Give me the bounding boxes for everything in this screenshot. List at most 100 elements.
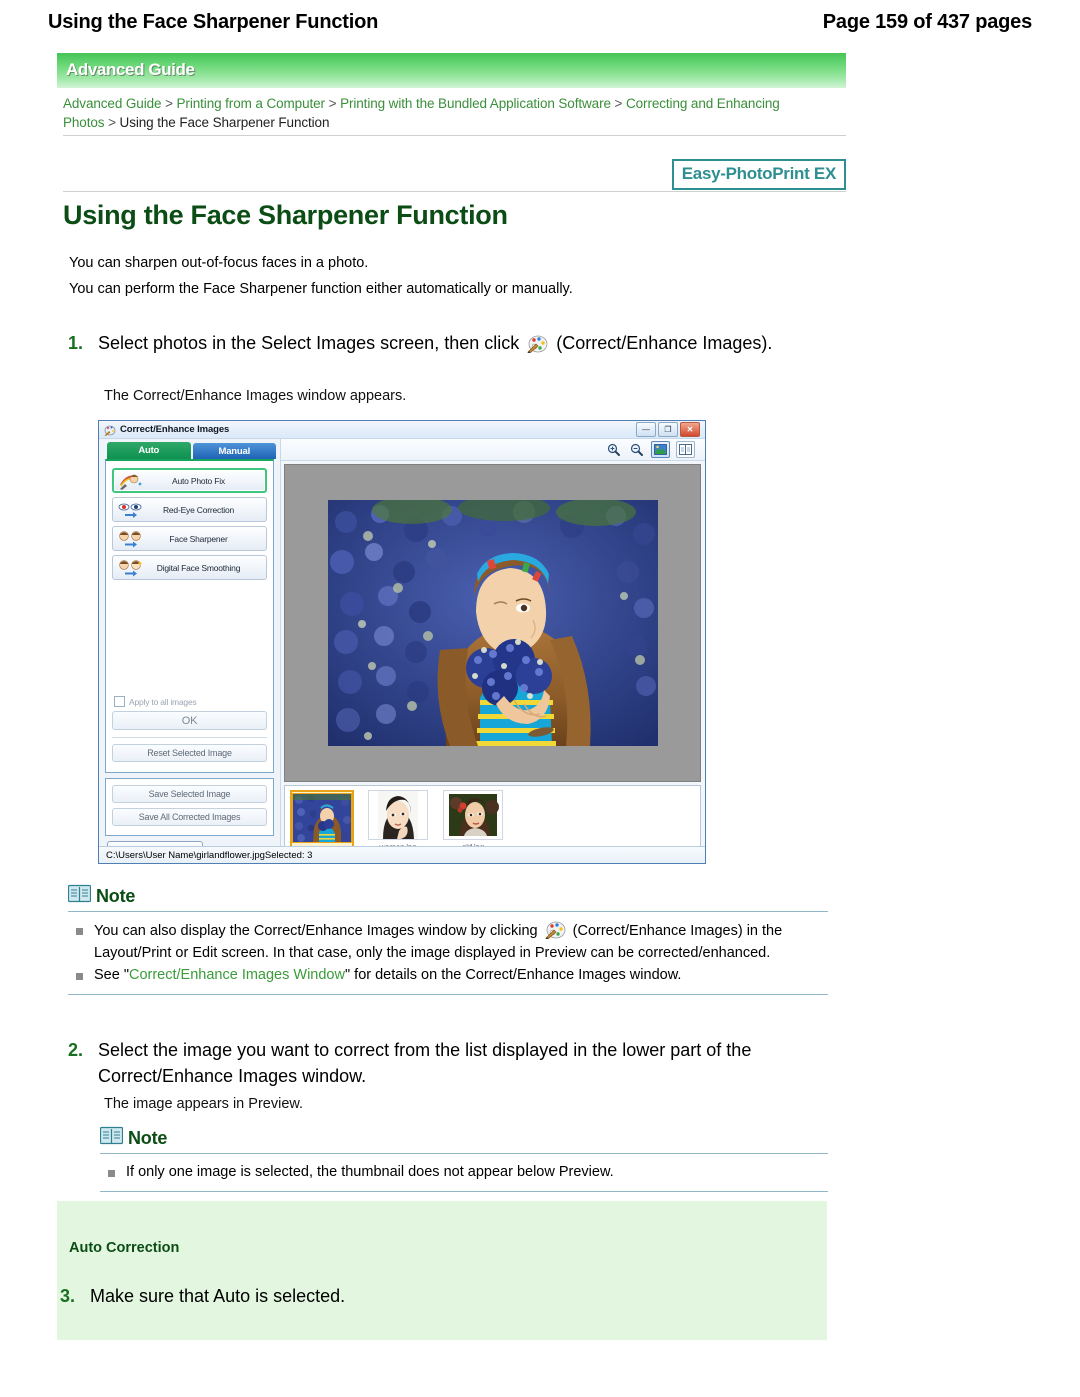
- note-item-text-before: You can also display the Correct/Enhance…: [94, 923, 538, 939]
- step-3-text: Make sure that Auto is selected.: [90, 1286, 346, 1306]
- note-divider-bottom: [100, 1190, 828, 1192]
- breadcrumb-current: Using the Face Sharpener Function: [119, 115, 330, 130]
- step-1: 1. Select photos in the Select Images sc…: [68, 330, 828, 356]
- note-items: You can also display the Correct/Enhance…: [68, 912, 828, 994]
- red-eye-correction-button[interactable]: Red-Eye Correction: [112, 497, 267, 522]
- thumbnail-image: [368, 790, 428, 840]
- auto-photo-fix-icon: [118, 472, 144, 490]
- window-statusbar: C:\Users\User Name\girlandflower.jpg Sel…: [99, 846, 705, 863]
- preview-toolbar: [281, 439, 705, 461]
- step-2-number: 2.: [68, 1040, 84, 1060]
- red-eye-correction-label: Red-Eye Correction: [162, 504, 235, 515]
- reset-selected-image-button[interactable]: Reset Selected Image: [112, 744, 267, 762]
- face-smoothing-icon: [117, 559, 143, 577]
- face-sharpener-label: Face Sharpener: [169, 533, 228, 544]
- note-items: If only one image is selected, the thumb…: [100, 1154, 828, 1191]
- window-titlebar: Correct/Enhance Images — ❐ ✕: [99, 421, 705, 439]
- thumbnail-image: [292, 793, 352, 843]
- red-eye-icon: [117, 501, 143, 519]
- intro-line-2: You can perform the Face Sharpener funct…: [69, 281, 573, 297]
- note-divider-bottom: [68, 993, 828, 995]
- auto-correction-options: Auto Photo Fix Red-Eye Correction Face S…: [105, 459, 274, 773]
- window-controls: — ❐ ✕: [636, 422, 702, 437]
- step-1-text: Select photos in the Select Images scree…: [98, 330, 772, 356]
- fit-to-window-icon[interactable]: [651, 441, 670, 458]
- zoom-in-icon[interactable]: [605, 442, 622, 457]
- tab-manual[interactable]: Manual: [192, 443, 276, 459]
- step-2: 2. Select the image you want to correct …: [68, 1037, 828, 1089]
- thumbnail-image: [443, 790, 503, 840]
- apply-to-all-row[interactable]: Apply to all images: [114, 696, 267, 707]
- preview-image-girlandflower: [327, 500, 658, 746]
- app-icon: [104, 424, 116, 436]
- window-body: Auto Manual Auto Photo Fix Red-Eye Corre…: [99, 439, 705, 863]
- step-2-result: The image appears in Preview.: [104, 1096, 304, 1112]
- note-item: See "Correct/Enhance Images Window" for …: [68, 965, 828, 987]
- correct-enhance-images-window: Correct/Enhance Images — ❐ ✕ Auto Manual: [98, 420, 706, 864]
- breadcrumb-item-2[interactable]: Printing with the Bundled Application So…: [340, 96, 611, 111]
- preview-area[interactable]: [284, 464, 701, 782]
- preview-panel: girlandflower.jpg: [281, 439, 705, 863]
- header-divider-bottom: [63, 191, 846, 192]
- thumbnail-item[interactable]: woman.jpg: [367, 790, 429, 852]
- advanced-guide-banner: Advanced Guide: [57, 53, 846, 88]
- auto-correction-section: [57, 1201, 827, 1340]
- auto-photo-fix-button[interactable]: Auto Photo Fix: [112, 468, 267, 493]
- step-1-result: The Correct/Enhance Images window appear…: [104, 388, 407, 404]
- breadcrumb-item-1[interactable]: Printing from a Computer: [177, 96, 326, 111]
- breadcrumb: Advanced Guide > Printing from a Compute…: [63, 94, 823, 132]
- note-book-icon: [99, 1126, 124, 1150]
- mode-tabs: Auto Manual: [99, 439, 280, 459]
- face-sharpener-button[interactable]: Face Sharpener: [112, 526, 267, 551]
- digital-face-smoothing-label: Digital Face Smoothing: [156, 562, 241, 573]
- save-selected-image-button[interactable]: Save Selected Image: [112, 785, 267, 803]
- page-header: Using the Face Sharpener Function Page 1…: [0, 0, 1080, 44]
- save-options: Save Selected Image Save All Corrected I…: [105, 778, 274, 836]
- note-item-suffix: " for details on the Correct/Enhance Ima…: [344, 967, 682, 983]
- auto-photo-fix-label: Auto Photo Fix: [172, 475, 225, 486]
- note-title: Note: [96, 885, 136, 906]
- step-1-text-after: (Correct/Enhance Images).: [556, 333, 773, 353]
- correct-enhance-images-window-link[interactable]: Correct/Enhance Images Window: [129, 967, 345, 983]
- page-title: Using the Face Sharpener Function: [48, 10, 379, 33]
- note-item: If only one image is selected, the thumb…: [100, 1162, 828, 1184]
- tab-auto[interactable]: Auto: [107, 442, 191, 459]
- apply-to-all-label: Apply to all images: [129, 696, 197, 707]
- ok-button[interactable]: OK: [112, 711, 267, 730]
- panel-separator: [112, 737, 267, 738]
- note-header: Note: [67, 884, 828, 911]
- zoom-out-icon[interactable]: [628, 442, 645, 457]
- breadcrumb-item-0[interactable]: Advanced Guide: [63, 96, 162, 111]
- intro-text: You can sharpen out-of-focus faces in a …: [69, 250, 829, 302]
- correct-enhance-palette-icon: [527, 334, 548, 354]
- banner-label: Advanced Guide: [66, 60, 195, 79]
- page-number: Page 159 of 437 pages: [822, 10, 1032, 33]
- note-book-icon: [67, 884, 92, 908]
- product-logo: Easy-PhotoPrint EX: [671, 159, 846, 190]
- breadcrumb-separator: >: [108, 115, 116, 130]
- minimize-icon[interactable]: —: [636, 422, 656, 437]
- breadcrumb-separator: >: [328, 96, 337, 111]
- correction-panel: Auto Manual Auto Photo Fix Red-Eye Corre…: [99, 439, 281, 863]
- close-icon[interactable]: ✕: [680, 422, 700, 437]
- breadcrumb-separator: >: [165, 96, 173, 111]
- compare-view-icon[interactable]: [676, 441, 695, 458]
- note-title: Note: [128, 1127, 168, 1148]
- step-3: 3. Make sure that Auto is selected.: [60, 1283, 760, 1309]
- panel-spacer: [112, 584, 267, 694]
- status-file-path: C:\Users\User Name\girlandflower.jpg: [106, 849, 265, 861]
- breadcrumb-separator: >: [614, 96, 623, 111]
- digital-face-smoothing-button[interactable]: Digital Face Smoothing: [112, 555, 267, 580]
- note-item-prefix: See ": [94, 967, 129, 983]
- maximize-icon[interactable]: ❐: [658, 422, 678, 437]
- step-1-text-before: Select photos in the Select Images scree…: [98, 333, 520, 353]
- apply-to-all-checkbox[interactable]: [114, 696, 125, 707]
- save-all-corrected-images-button[interactable]: Save All Corrected Images: [112, 808, 267, 826]
- step-2-text: Select the image you want to correct fro…: [98, 1040, 752, 1086]
- step-1-number: 1.: [68, 333, 84, 353]
- header-divider-top: [63, 135, 846, 136]
- thumbnail-item[interactable]: girl.jpg: [442, 790, 504, 852]
- note-block-1: Note You can also display the Correct/En…: [67, 884, 828, 995]
- correct-enhance-palette-icon: [545, 920, 566, 940]
- note-block-2: Note If only one image is selected, the …: [99, 1126, 828, 1192]
